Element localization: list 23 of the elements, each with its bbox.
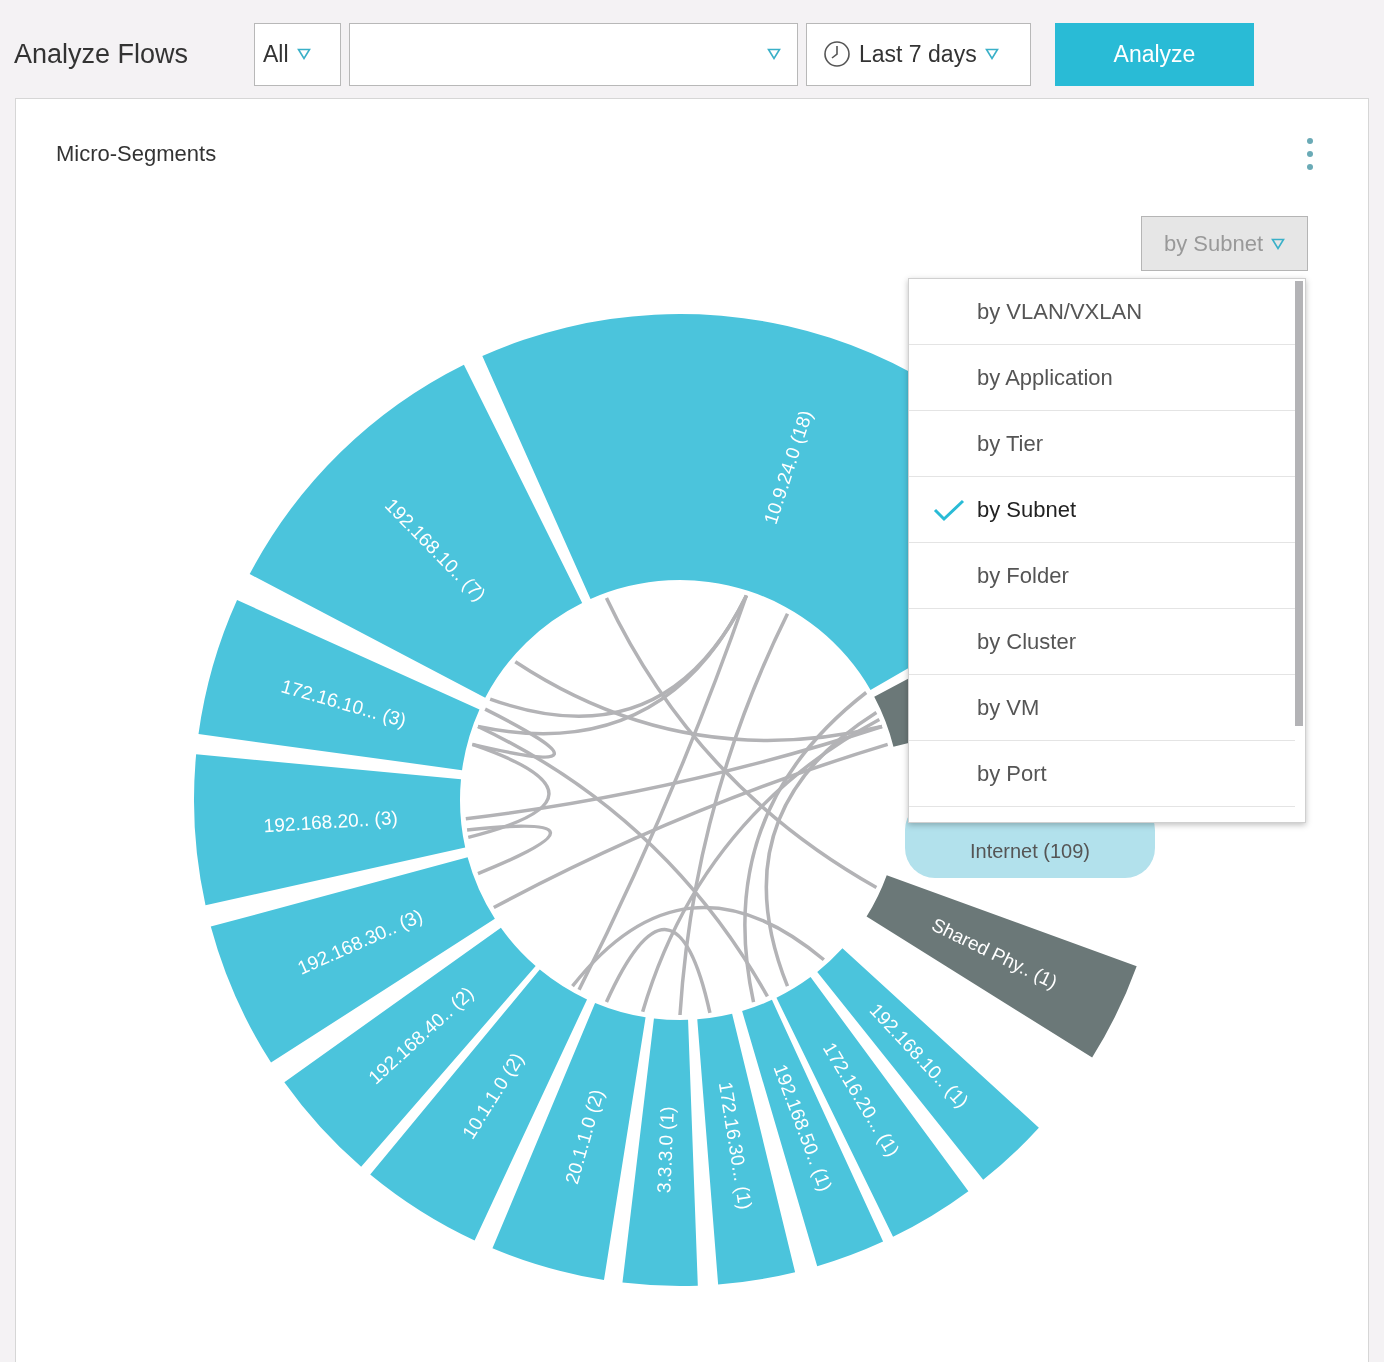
segment-label: 3.3.3.0 (1) (653, 1106, 678, 1194)
card-title: Micro-Segments (56, 140, 217, 168)
more-options-icon[interactable] (1306, 137, 1314, 171)
caret-icon (767, 48, 781, 60)
caret-icon (296, 48, 311, 60)
entity-select[interactable] (349, 22, 798, 86)
caret-icon (1271, 237, 1286, 250)
checkmark-icon (933, 497, 965, 522)
time-range-select[interactable]: Last 7 days (806, 22, 1031, 86)
segment-label: 172.16.30... (1) (714, 1080, 756, 1211)
segment-label: 20.1.1.0 (2) (561, 1087, 608, 1187)
clock-icon (823, 40, 851, 68)
segment-label: 192.168.20.. (3) (263, 807, 399, 837)
scope-select[interactable]: All (254, 22, 341, 86)
chart-segment[interactable] (198, 600, 480, 771)
caret-icon (984, 48, 999, 60)
scrollbar[interactable] (1295, 281, 1303, 726)
chart-segment[interactable] (194, 754, 466, 906)
menu-item[interactable]: by Port (909, 741, 1295, 807)
chart-segment[interactable] (776, 977, 969, 1237)
page-title: Analyze Flows (14, 37, 190, 71)
chart-segment[interactable] (622, 1018, 698, 1286)
tooltip-text: Internet (109) (969, 839, 1091, 864)
